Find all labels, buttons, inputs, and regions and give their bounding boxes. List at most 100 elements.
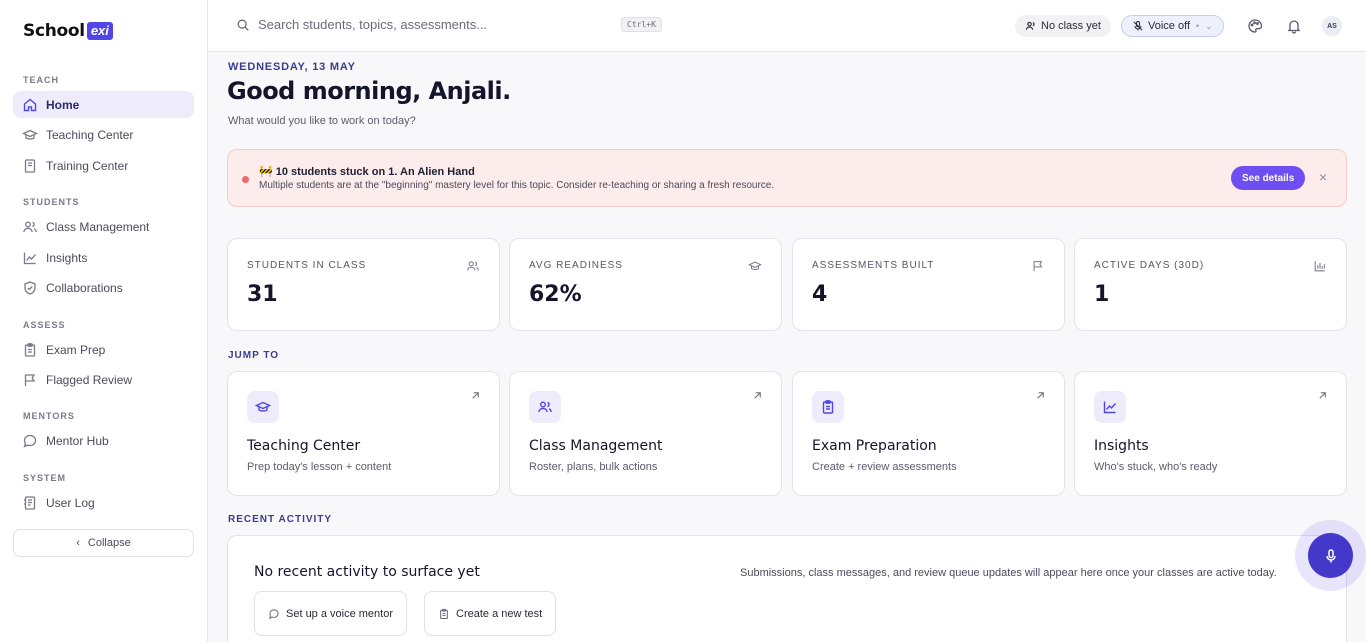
top-bar: Search students, topics, assessments... … [208,0,1366,52]
flag-icon [1033,261,1043,272]
page-subtitle: What would you like to work on today? [228,115,416,127]
nav-section-mentors: MENTORS [23,411,75,421]
sidebar-item-label: Class Management [46,219,150,234]
users-icon [23,221,37,232]
logo[interactable]: School exi [23,21,113,41]
sidebar-item-label: Home [46,97,80,112]
stat-card-active-days: ACTIVE DAYS (30D) 1 [1074,238,1347,331]
jump-card-title: Teaching Center [247,438,361,454]
graduation-cap-icon [748,261,762,271]
jump-icon-box [529,391,561,423]
book-icon [24,158,36,173]
button-label: Create a new test [456,607,543,620]
sidebar-item-class-management[interactable]: Class Management [13,213,194,240]
sidebar-item-label: Flagged Review [46,372,133,387]
button-label: Set up a voice mentor [286,607,394,620]
voice-toggle[interactable]: Voice off • ⌄ [1121,15,1224,37]
current-date: WEDNESDAY, 13 MAY [228,61,356,73]
jump-card-description: Prep today's lesson + content [247,461,392,473]
sidebar-item-collaborations[interactable]: Collaborations [13,274,194,301]
log-icon [24,495,36,510]
recent-activity-panel: No recent activity to surface yet Submis… [227,535,1347,642]
nav-section-assess: ASSESS [23,320,66,330]
arrow-up-right-icon [754,392,761,399]
activity-empty-title: No recent activity to surface yet [254,564,480,580]
stat-label: ASSESSMENTS BUILT [812,260,935,271]
jump-card-exam-preparation[interactable]: Exam Preparation Create + review assessm… [792,371,1065,496]
jump-card-class-management[interactable]: Class Management Roster, plans, bulk act… [509,371,782,496]
jump-card-title: Insights [1094,438,1149,454]
voice-mic-button[interactable] [1308,533,1353,578]
flag-icon [24,373,36,386]
voice-status-dot: • [1196,21,1200,31]
sidebar-item-teaching-center[interactable]: Teaching Center [13,121,194,148]
logo-badge: exi [86,22,113,40]
jump-card-description: Roster, plans, bulk actions [529,461,658,473]
jump-card-title: Class Management [529,438,663,454]
sidebar-item-flagged-review[interactable]: Flagged Review [13,366,194,393]
sidebar: School exi TEACH Home Teaching Center Tr… [0,0,208,642]
users-icon [538,401,552,413]
collapse-label: Collapse [87,537,131,549]
section-recent-activity: RECENT ACTIVITY [228,514,333,525]
see-details-button[interactable]: See details [1231,166,1306,190]
sidebar-item-label: Mentor Hub [46,433,109,448]
sidebar-item-label: Insights [46,250,88,265]
setup-voice-mentor-button[interactable]: Set up a voice mentor [254,591,408,636]
sidebar-item-user-log[interactable]: User Log [13,489,194,516]
stat-value: 31 [247,282,278,307]
nav-section-system: SYSTEM [23,473,67,483]
voice-toggle-label: Voice off [1148,20,1190,32]
jump-card-description: Create + review assessments [812,461,957,473]
users-icon [467,261,479,271]
stat-value: 4 [812,282,828,307]
sidebar-item-insights[interactable]: Insights [13,244,194,271]
jump-card-title: Exam Preparation [812,438,937,454]
nav-section-students: STUDENTS [23,197,80,207]
sidebar-item-home[interactable]: Home [13,91,194,118]
search-shortcut: Ctrl+K [621,17,662,32]
shield-icon [24,280,36,295]
clipboard-icon [440,608,448,619]
sidebar-item-label: Collaborations [46,280,123,295]
sidebar-item-mentor-hub[interactable]: Mentor Hub [13,427,194,454]
alert-description: Multiple students are at the "beginning"… [259,180,775,191]
class-selector[interactable]: No class yet [1015,15,1111,37]
chat-bubble-icon [23,434,37,448]
sidebar-item-label: Training Center [46,158,129,173]
bell-icon[interactable] [1286,18,1302,34]
palette-icon[interactable] [1247,18,1263,34]
activity-empty-description: Submissions, class messages, and review … [740,567,1277,579]
arrow-up-right-icon [1037,392,1044,399]
alert-title: 🚧 10 students stuck on 1. An Alien Hand [259,166,475,178]
chat-bubble-icon [269,608,279,619]
clipboard-icon [24,342,36,357]
page-title: Good morning, Anjali. [227,77,511,105]
chart-line-icon [23,252,36,264]
users-icon [1025,21,1035,30]
sidebar-item-exam-prep[interactable]: Exam Prep [13,336,194,363]
graduation-cap-icon [255,401,271,412]
mic-off-icon [1133,20,1143,31]
sidebar-item-training-center[interactable]: Training Center [13,152,194,179]
collapse-button[interactable]: ‹ Collapse [13,529,194,557]
sidebar-item-label: User Log [46,495,95,510]
jump-card-teaching-center[interactable]: Teaching Center Prep today's lesson + co… [227,371,500,496]
sidebar-item-label: Exam Prep [46,342,106,357]
home-icon [23,98,37,111]
arrow-up-right-icon [1319,392,1326,399]
graduation-cap-icon [22,129,38,140]
search-placeholder: Search students, topics, assessments... [258,17,488,32]
avatar[interactable]: AS [1322,16,1342,36]
create-test-button[interactable]: Create a new test [424,591,557,636]
mic-icon [1325,548,1336,562]
jump-card-insights[interactable]: Insights Who's stuck, who's ready [1074,371,1347,496]
close-icon[interactable]: × [1319,169,1327,185]
clipboard-icon [822,400,834,414]
arrow-up-right-icon [472,392,479,399]
search-input[interactable]: Search students, topics, assessments... [236,17,487,32]
stat-card-readiness: AVG READINESS 62% [509,238,782,331]
bar-chart-icon [1314,261,1325,272]
stat-value: 62% [529,282,582,307]
logo-text: School [23,21,85,41]
